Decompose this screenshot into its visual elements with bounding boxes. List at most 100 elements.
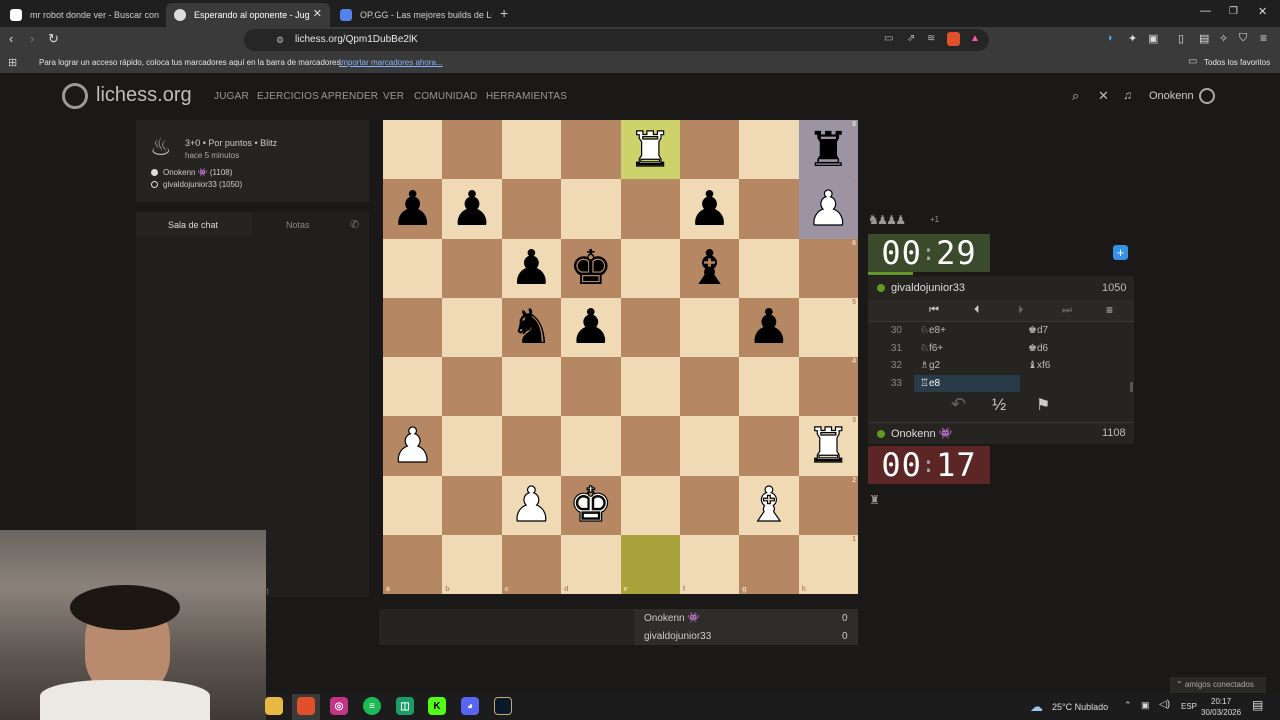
kick-icon[interactable]: K: [428, 697, 446, 715]
square-h4[interactable]: 4: [798, 357, 858, 417]
square-c7[interactable]: [501, 179, 562, 239]
square-e5[interactable]: [620, 297, 680, 357]
last-move-icon[interactable]: ⏭: [1062, 304, 1072, 317]
white-rook-piece[interactable]: ♜: [806, 421, 850, 470]
nav-jugar[interactable]: JUGAR: [214, 91, 249, 102]
search-icon[interactable]: ⌕: [1072, 88, 1079, 104]
first-move-icon[interactable]: ⏮: [929, 304, 939, 317]
vpn-icon[interactable]: ⛉: [1239, 32, 1247, 45]
minimize-icon[interactable]: —: [1200, 5, 1211, 17]
game-controller-icon[interactable]: ◫: [396, 697, 414, 715]
friends-online-bar[interactable]: ⌃ amigos conectados: [1170, 677, 1266, 693]
add-time-icon[interactable]: +: [1113, 245, 1128, 260]
cast-icon[interactable]: ▭: [884, 33, 893, 44]
black-rook-piece[interactable]: ♜: [807, 126, 850, 174]
site-info-icon[interactable]: ⚙: [276, 35, 284, 46]
square-a4[interactable]: [383, 357, 443, 417]
league-of-legends-icon[interactable]: [494, 697, 512, 715]
close-window-icon[interactable]: ✕: [1258, 5, 1267, 18]
square-b2[interactable]: [442, 475, 502, 535]
sidebar-icon[interactable]: ▯: [1178, 32, 1184, 45]
square-c4[interactable]: [501, 357, 562, 417]
square-g6[interactable]: [739, 238, 799, 298]
tray-app-icon[interactable]: ▣: [1141, 700, 1150, 711]
clock-date[interactable]: 30/03/2026: [1201, 708, 1241, 717]
offer-draw-button[interactable]: ½: [992, 395, 1006, 415]
square-g1[interactable]: g: [739, 534, 799, 594]
black-move[interactable]: ♚d6: [1028, 343, 1048, 354]
square-c5[interactable]: ♞: [501, 297, 562, 357]
menu-icon[interactable]: ≡: [1260, 31, 1267, 45]
black-pawn-piece[interactable]: ♟: [569, 303, 612, 351]
square-e2[interactable]: [620, 475, 680, 535]
square-e6[interactable]: [620, 238, 680, 298]
white-pawn-piece[interactable]: ♟: [509, 481, 553, 530]
new-tab-icon[interactable]: +: [500, 5, 508, 21]
white-rook-piece[interactable]: ♜: [628, 125, 672, 174]
black-pawn-piece[interactable]: ♟: [391, 185, 434, 233]
spotify-icon[interactable]: ≡: [363, 697, 381, 715]
weather-text[interactable]: 25°C Nublado: [1052, 702, 1108, 712]
square-h5[interactable]: 5: [798, 297, 858, 357]
black-pawn-piece[interactable]: ♟: [747, 303, 790, 351]
restore-icon[interactable]: ❐: [1229, 6, 1238, 17]
nav-aprender[interactable]: APRENDER: [321, 91, 378, 102]
leo-ai-icon[interactable]: ✧: [1219, 32, 1228, 45]
url-text[interactable]: lichess.org/Qpm1DubBe2lK: [295, 34, 418, 45]
black-move[interactable]: ♚d7: [1028, 325, 1048, 336]
discord-icon[interactable]: ◕: [461, 697, 479, 715]
user-avatar-icon[interactable]: [1199, 88, 1215, 104]
prev-move-icon[interactable]: ⏴: [974, 304, 980, 317]
nav-comunidad[interactable]: COMUNIDAD: [414, 91, 477, 102]
nav-ejercicios[interactable]: EJERCICIOS: [257, 91, 319, 102]
square-d7[interactable]: [561, 179, 621, 239]
square-b8[interactable]: [442, 120, 502, 180]
address-bar[interactable]: ⚙ lichess.org/Qpm1DubBe2lK ▭ ⇗ ≋ ▲: [244, 29, 989, 51]
square-b3[interactable]: [442, 416, 502, 476]
white-pawn-piece[interactable]: ♟: [391, 421, 435, 470]
square-f2[interactable]: [679, 475, 740, 535]
wallet-app-icon[interactable]: ▣: [1148, 32, 1158, 45]
notifications-bell-icon[interactable]: ♫: [1123, 88, 1132, 102]
square-d6[interactable]: ♚: [561, 238, 621, 298]
square-a7[interactable]: ♟: [383, 179, 443, 239]
black-move[interactable]: ♝xf6: [1028, 360, 1050, 371]
nav-herramientas[interactable]: HERRAMIENTAS: [486, 91, 567, 102]
username-link[interactable]: Onokenn: [1149, 90, 1194, 102]
black-king-piece[interactable]: ♚: [569, 244, 612, 292]
square-f7[interactable]: ♟: [679, 179, 740, 239]
square-b6[interactable]: [442, 238, 502, 298]
square-c1[interactable]: c: [501, 534, 562, 594]
tab-manager-icon[interactable]: ▤: [1199, 32, 1209, 45]
square-c3[interactable]: [501, 416, 562, 476]
square-b5[interactable]: [442, 297, 502, 357]
square-d2[interactable]: ♚: [561, 475, 621, 535]
square-a5[interactable]: [383, 297, 443, 357]
opponent-name[interactable]: givaldojunior33: [891, 282, 965, 294]
white-king-piece[interactable]: ♚: [569, 481, 613, 530]
black-pawn-piece[interactable]: ♟: [451, 185, 494, 233]
lichess-logo-icon[interactable]: [62, 83, 88, 109]
square-e8[interactable]: ♜: [620, 120, 680, 180]
square-c6[interactable]: ♟: [501, 238, 562, 298]
all-favorites-link[interactable]: Todos los favoritos: [1204, 58, 1270, 67]
tab-lichess[interactable]: Esperando al oponente - Jug ✕: [166, 3, 330, 27]
square-f8[interactable]: [679, 120, 740, 180]
instagram-icon[interactable]: ◎: [330, 697, 348, 715]
square-a3[interactable]: ♟: [383, 416, 443, 476]
notifications-icon[interactable]: ▤: [1252, 698, 1263, 712]
square-g8[interactable]: [739, 120, 799, 180]
square-b7[interactable]: ♟: [442, 179, 502, 239]
tab-chat[interactable]: Sala de chat: [136, 212, 252, 236]
resign-flag-icon[interactable]: ⚑: [1036, 395, 1050, 415]
language-indicator[interactable]: ESP: [1181, 702, 1197, 711]
black-pawn-piece[interactable]: ♟: [688, 185, 731, 233]
swords-icon[interactable]: ✕: [1098, 88, 1109, 104]
square-d8[interactable]: [561, 120, 621, 180]
player-name[interactable]: Onokenn 👾: [891, 427, 952, 440]
white-player[interactable]: Onokenn 👾 (1108): [163, 168, 232, 177]
voice-call-icon[interactable]: ✆: [350, 218, 359, 231]
square-g5[interactable]: ♟: [739, 297, 799, 357]
square-g2[interactable]: ♝: [739, 475, 799, 535]
next-move-icon[interactable]: ⏵: [1018, 304, 1024, 317]
